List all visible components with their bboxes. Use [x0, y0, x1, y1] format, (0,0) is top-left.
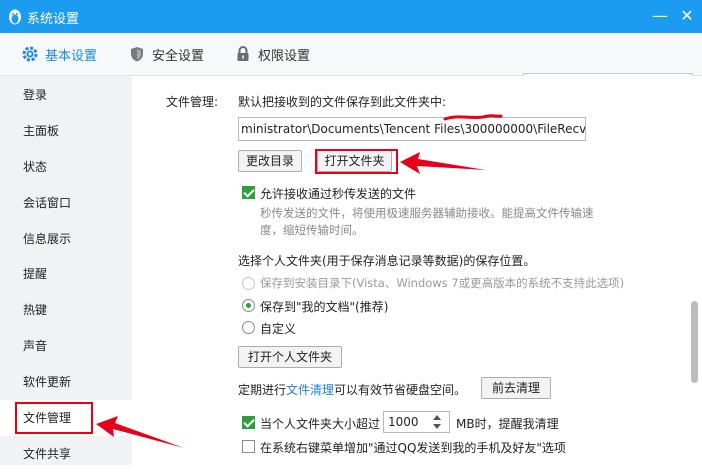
sidebar-item-status[interactable]: 状态: [0, 149, 132, 185]
flash-transfer-hint-line1: 秒传发送的文件，将使用极速服务器辅助接收。能提高文件传输速: [260, 206, 594, 220]
stepper-up-icon[interactable]: [433, 415, 441, 420]
highlight-box-open-folder: [315, 149, 398, 174]
size-limit-value: 1000: [388, 415, 419, 429]
size-limit-checkbox[interactable]: [242, 416, 255, 429]
sidebar-item-software-update[interactable]: 软件更新: [0, 364, 132, 400]
tab-label: 权限设置: [258, 48, 311, 64]
size-limit-suffix: MB时，提醒我清理: [456, 417, 559, 431]
tab-bar: 基本设置 安全设置 权限设置: [0, 33, 702, 99]
tab-permission-settings[interactable]: 权限设置: [234, 33, 310, 75]
custom-location-label: 自定义: [260, 322, 297, 336]
flash-transfer-checkbox[interactable]: [242, 186, 255, 199]
tab-security-settings[interactable]: 安全设置: [128, 33, 204, 75]
install-dir-radio[interactable]: [242, 277, 255, 290]
tab-label: 安全设置: [152, 48, 205, 64]
title-bar: 系统设置 — ✕: [0, 0, 702, 33]
context-menu-checkbox[interactable]: [242, 440, 255, 453]
cleanup-suffix: 可以有效节省硬盘空间。: [334, 383, 467, 397]
download-path-field[interactable]: ministrator\Documents\Tencent Files\3000…: [238, 117, 586, 141]
minimize-icon[interactable]: —: [652, 6, 668, 26]
tab-label: 基本设置: [45, 48, 98, 64]
file-cleanup-link[interactable]: 文件清理: [286, 383, 334, 397]
gear-icon: [22, 46, 38, 62]
size-limit-label: 当个人文件夹大小超过: [260, 417, 381, 431]
close-icon[interactable]: ✕: [679, 6, 695, 26]
tab-basic-settings[interactable]: 基本设置: [21, 33, 97, 75]
install-dir-label: 保存到安装目录下(Vista、Windows 7或更高版本的系统不支持此选项): [260, 276, 625, 290]
vertical-scrollbar[interactable]: [688, 76, 702, 465]
size-limit-stepper[interactable]: 1000: [383, 411, 450, 433]
go-cleanup-button[interactable]: 前去清理: [481, 377, 551, 399]
penguin-logo-icon: [9, 9, 21, 25]
file-management-section-label: 文件管理:: [166, 95, 219, 109]
sidebar-item-main-panel[interactable]: 主面板: [0, 113, 132, 149]
annotation-arrow-icon: [96, 416, 184, 448]
flash-transfer-label: 允许接收通过秒传发送的文件: [260, 187, 417, 201]
sidebar-item-chat-window[interactable]: 会话窗口: [0, 185, 132, 221]
open-personal-folder-button[interactable]: 打开个人文件夹: [238, 346, 342, 368]
annotation-arrow-icon: [400, 152, 486, 174]
sidebar-item-hotkeys[interactable]: 热键: [0, 292, 132, 328]
lock-icon: [237, 46, 249, 61]
window-title: 系统设置: [27, 12, 80, 27]
personal-folder-title: 选择个人文件夹(用于保存消息记录等数据)的保存位置。: [238, 254, 536, 268]
redaction-scribble: [443, 114, 503, 121]
context-menu-label: 在系统右键菜单增加"通过QQ发送到我的手机及好友"选项: [260, 441, 566, 455]
sidebar-item-sound[interactable]: 声音: [0, 328, 132, 364]
highlight-box-file-management: [15, 402, 93, 434]
sidebar-item-login[interactable]: 登录: [0, 77, 132, 113]
cleanup-text: 定期进行文件清理可以有效节省硬盘空间。: [238, 381, 466, 398]
custom-location-radio[interactable]: [242, 321, 255, 334]
change-directory-button[interactable]: 更改目录: [238, 150, 302, 172]
shield-icon: [131, 47, 143, 62]
flash-transfer-hint-line2: 度，缩短传输时间。: [260, 223, 364, 237]
download-path-text: ministrator\Documents\Tencent Files\3000…: [241, 122, 586, 136]
stepper-down-icon[interactable]: [433, 424, 441, 429]
my-documents-label: 保存到"我的文档"(推荐): [260, 300, 389, 314]
scrollbar-thumb[interactable]: [691, 301, 698, 383]
cleanup-prefix: 定期进行: [238, 383, 287, 397]
sidebar-item-reminder[interactable]: 提醒: [0, 256, 132, 292]
my-documents-radio[interactable]: [242, 299, 255, 312]
sidebar-item-info-display[interactable]: 信息展示: [0, 221, 132, 257]
save-location-description: 默认把接收到的文件保存到此文件夹中:: [238, 95, 447, 109]
